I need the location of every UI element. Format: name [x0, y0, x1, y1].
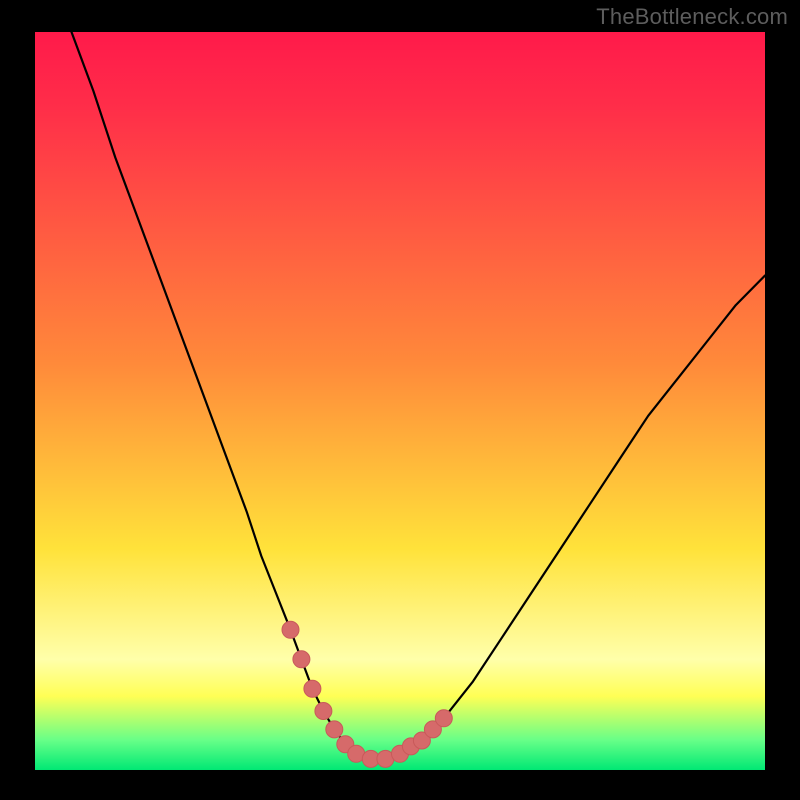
- curve-marker: [304, 680, 321, 697]
- bottleneck-chart: [35, 32, 765, 770]
- chart-frame: TheBottleneck.com: [0, 0, 800, 800]
- watermark-text: TheBottleneck.com: [596, 4, 788, 30]
- curve-marker: [315, 703, 332, 720]
- curve-marker: [282, 621, 299, 638]
- curve-marker: [293, 651, 310, 668]
- gradient-background: [35, 32, 765, 770]
- curve-marker: [435, 710, 452, 727]
- curve-marker: [326, 721, 343, 738]
